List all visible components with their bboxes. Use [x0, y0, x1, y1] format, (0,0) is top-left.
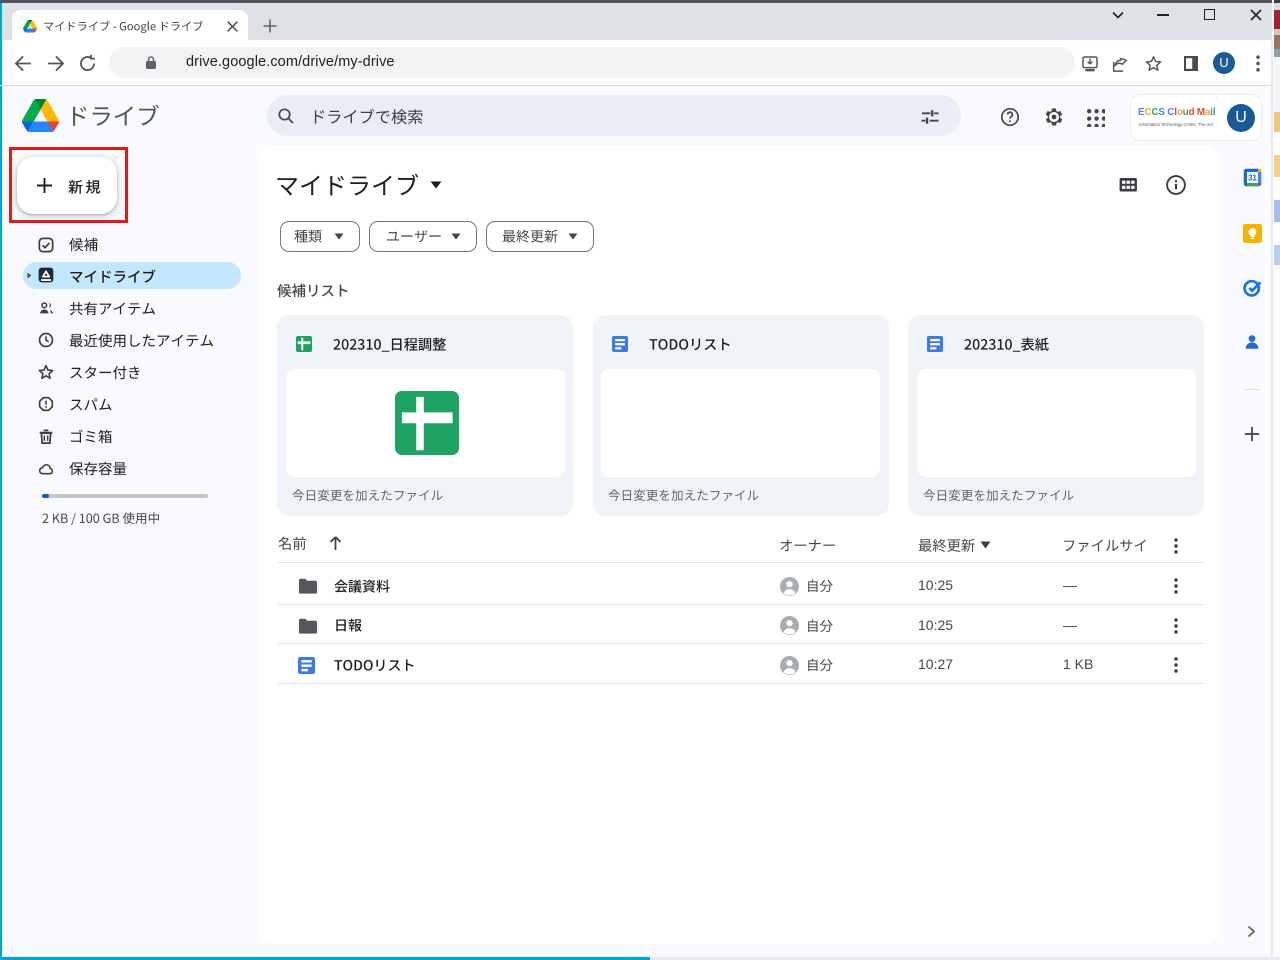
- svg-text:31: 31: [1248, 173, 1257, 182]
